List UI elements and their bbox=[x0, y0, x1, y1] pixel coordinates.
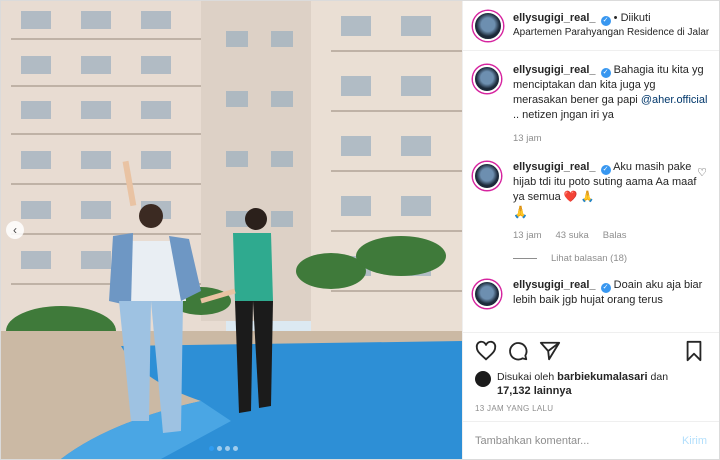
post-photo[interactable]: ‹ bbox=[1, 1, 462, 459]
comment-icon[interactable] bbox=[507, 340, 531, 364]
heart-icon[interactable]: ♡ bbox=[697, 166, 707, 179]
comment-item: ellysugigi_real_ ✓ Doain aku aja biar le… bbox=[473, 278, 709, 308]
likes-count[interactable]: 17,132 lainnya bbox=[497, 385, 572, 397]
avatar[interactable] bbox=[473, 65, 501, 93]
location-link[interactable]: Apartemen Parahyangan Residence di Jalan… bbox=[513, 26, 709, 40]
post-dialog: ‹ ellysugigi_real_ ✓ • Diikuti Apartemen… bbox=[0, 0, 720, 460]
photo-illustration bbox=[1, 1, 462, 459]
avatar[interactable] bbox=[473, 162, 501, 190]
carousel-dot bbox=[209, 446, 214, 451]
comment-time[interactable]: 13 jam bbox=[513, 131, 542, 146]
comment-item: ellysugigi_real_ ✓ Bahagia itu kita yg m… bbox=[473, 63, 709, 146]
heart-icon[interactable] bbox=[475, 340, 499, 364]
view-replies[interactable]: Lihat balasan (18) bbox=[513, 253, 709, 264]
bookmark-icon[interactable] bbox=[683, 340, 707, 364]
post-side-panel: ellysugigi_real_ ✓ • Diikuti Apartemen P… bbox=[462, 1, 719, 459]
comment-username[interactable]: ellysugigi_real_ bbox=[513, 161, 596, 173]
verified-icon: ✓ bbox=[600, 68, 611, 78]
header-username[interactable]: ellysugigi_real_ bbox=[513, 12, 596, 24]
separator: • bbox=[613, 12, 618, 24]
verified-icon: ✓ bbox=[600, 165, 611, 175]
carousel-dots bbox=[209, 446, 238, 451]
add-comment-bar: Tambahkan komentar... Kirim bbox=[463, 421, 719, 459]
mention-link[interactable]: @aher.official bbox=[641, 94, 708, 106]
replies-line bbox=[513, 258, 537, 259]
action-bar bbox=[463, 332, 719, 370]
chevron-left-icon[interactable]: ‹ bbox=[6, 221, 24, 239]
post-header: ellysugigi_real_ ✓ • Diikuti Apartemen P… bbox=[463, 1, 719, 51]
comment-emoji-tail: 🙏 bbox=[513, 205, 528, 219]
comment-likes[interactable]: 43 suka bbox=[556, 228, 589, 243]
comment-time[interactable]: 13 jam bbox=[513, 228, 542, 243]
carousel-dot bbox=[233, 446, 238, 451]
comment-username[interactable]: ellysugigi_real_ bbox=[513, 279, 596, 291]
send-button[interactable]: Kirim bbox=[682, 435, 707, 447]
post-timestamp[interactable]: 13 JAM YANG LALU bbox=[463, 398, 719, 421]
avatar[interactable] bbox=[473, 10, 503, 41]
verified-icon: ✓ bbox=[600, 283, 611, 293]
carousel-dot bbox=[225, 446, 230, 451]
likes-prefix: Disukai oleh bbox=[497, 371, 555, 383]
comment-username[interactable]: ellysugigi_real_ bbox=[513, 64, 596, 76]
avatar[interactable] bbox=[473, 280, 501, 308]
reply-button[interactable]: Balas bbox=[603, 228, 627, 243]
header-meta: ellysugigi_real_ ✓ • Diikuti Apartemen P… bbox=[513, 11, 709, 40]
carousel-dot bbox=[217, 446, 222, 451]
comment-text-after: .. netizen jngan iri ya bbox=[513, 109, 614, 121]
verified-icon: ✓ bbox=[600, 16, 611, 26]
follow-status[interactable]: Diikuti bbox=[621, 12, 651, 24]
avatar[interactable] bbox=[475, 371, 491, 387]
share-icon[interactable] bbox=[539, 340, 563, 364]
comments-list: ellysugigi_real_ ✓ Bahagia itu kita yg m… bbox=[463, 51, 719, 332]
likes-summary: Disukai oleh barbiekumalasari dan 17,132… bbox=[463, 370, 719, 398]
comment-item: ellysugigi_real_ ✓ Aku masih pake hijab … bbox=[473, 160, 709, 243]
view-replies-label: Lihat balasan (18) bbox=[551, 253, 628, 264]
likes-user[interactable]: barbiekumalasari bbox=[557, 371, 648, 383]
comment-input[interactable]: Tambahkan komentar... bbox=[475, 435, 682, 447]
likes-conj: dan bbox=[650, 371, 669, 383]
